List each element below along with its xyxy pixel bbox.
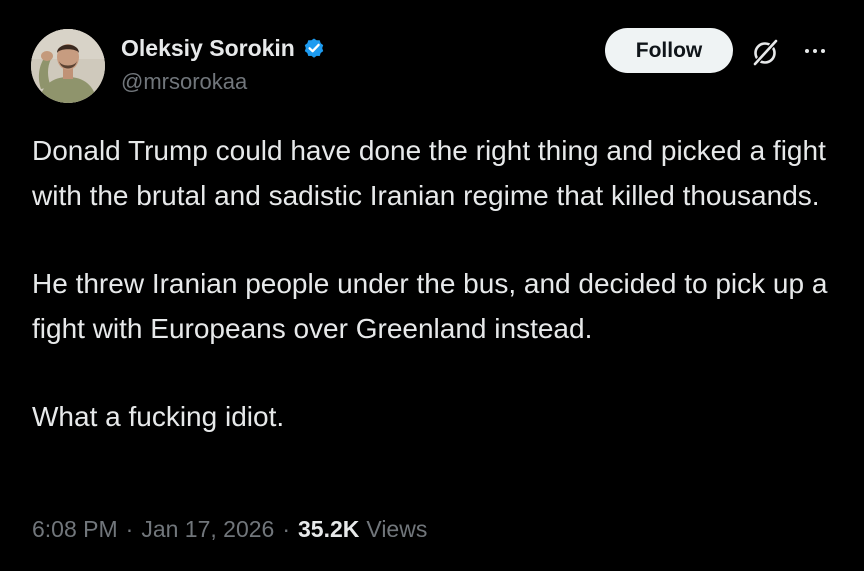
more-icon[interactable] bbox=[800, 38, 830, 64]
views-count: 35.2K bbox=[298, 516, 360, 542]
meta-separator: · bbox=[282, 516, 291, 542]
author-display-name[interactable]: Oleksiy Sorokin bbox=[121, 35, 295, 62]
views-label: Views bbox=[366, 516, 428, 542]
tweet-time[interactable]: 6:08 PM bbox=[32, 516, 118, 543]
more-dot bbox=[805, 49, 809, 53]
tweet-meta: 6:08 PM · Jan 17, 2026 · 35.2K Views bbox=[32, 516, 427, 543]
tweet-paragraph: Donald Trump could have done the right t… bbox=[32, 135, 826, 211]
author-name-row: Oleksiy Sorokin bbox=[121, 33, 326, 63]
tweet: Oleksiy Sorokin @mrsorokaa Follow Donald… bbox=[0, 0, 864, 571]
author-handle[interactable]: @mrsorokaa bbox=[121, 69, 247, 95]
more-dot bbox=[813, 49, 817, 53]
avatar-image bbox=[31, 29, 105, 103]
follow-button[interactable]: Follow bbox=[605, 28, 733, 73]
verified-badge-icon[interactable] bbox=[302, 36, 326, 60]
tweet-date[interactable]: Jan 17, 2026 bbox=[141, 516, 274, 543]
grok-icon[interactable] bbox=[748, 35, 782, 69]
meta-separator: · bbox=[125, 516, 134, 542]
avatar[interactable] bbox=[31, 29, 105, 103]
more-dot bbox=[821, 49, 825, 53]
tweet-text: Donald Trump could have done the right t… bbox=[32, 128, 847, 439]
tweet-paragraph: What a fucking idiot. bbox=[32, 401, 285, 432]
tweet-paragraph: He threw Iranian people under the bus, a… bbox=[32, 268, 828, 344]
